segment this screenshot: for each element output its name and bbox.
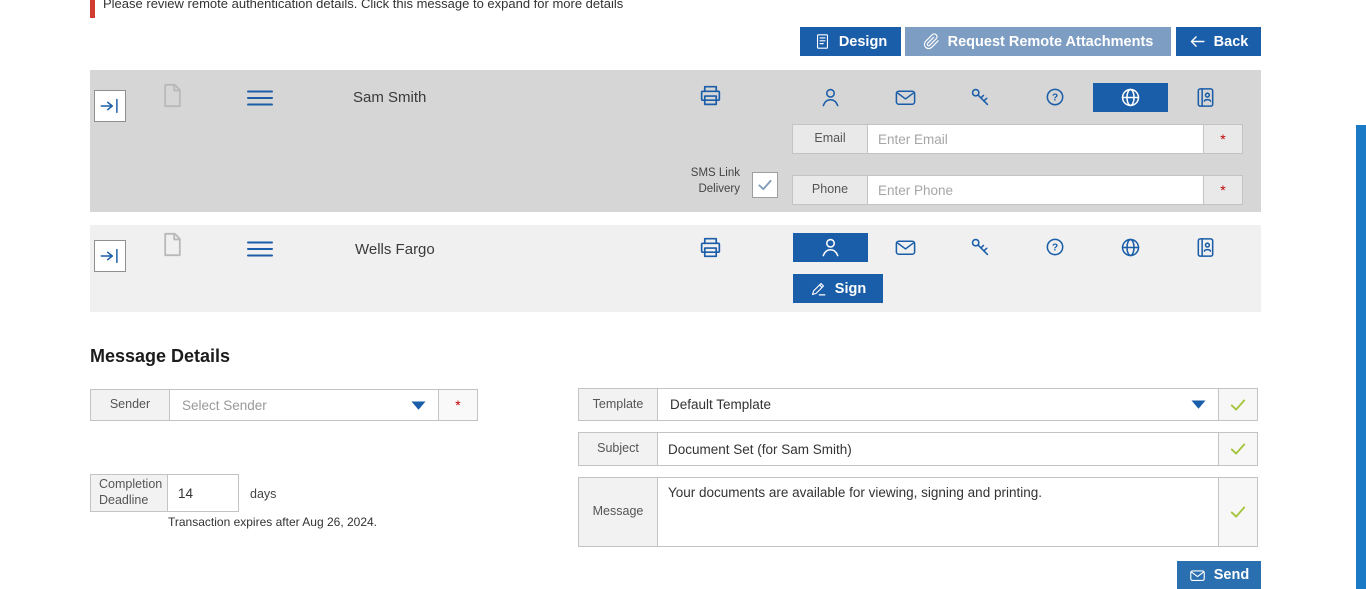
subject-label: Subject <box>578 432 658 466</box>
route-arrow-icon <box>99 95 121 117</box>
template-label: Template <box>578 388 658 421</box>
email-label: Email <box>792 124 868 154</box>
phone-field-row: Phone * <box>792 175 1243 205</box>
subject-valid-check <box>1218 432 1258 466</box>
design-button[interactable]: Design <box>800 27 901 56</box>
phone-input[interactable] <box>867 175 1204 205</box>
keys-icon[interactable] <box>943 233 1018 262</box>
message-label: Message <box>578 477 658 547</box>
person-icon[interactable] <box>793 233 868 262</box>
sms-link-delivery-checkbox[interactable] <box>752 172 778 198</box>
send-envelope-icon <box>1189 567 1206 584</box>
sender-required-marker: * <box>438 389 478 421</box>
route-arrow-icon <box>99 245 121 267</box>
question-shield-icon[interactable]: ? <box>1018 233 1093 262</box>
email-field-row: Email * <box>792 124 1243 154</box>
message-textarea[interactable]: Your documents are available for viewing… <box>657 477 1219 547</box>
alert-severity-bar <box>90 0 95 18</box>
checkmark-icon <box>1228 439 1248 459</box>
completion-deadline-label: Completion Deadline <box>90 474 168 512</box>
design-document-icon <box>814 33 831 50</box>
completion-deadline-input[interactable] <box>167 474 239 512</box>
sender-select[interactable]: Select Sender <box>169 389 439 421</box>
sender-field-row: Sender Select Sender * <box>90 389 478 421</box>
remote-globe-icon[interactable] <box>1093 83 1168 112</box>
delivery-method-strip: ? <box>793 83 1243 112</box>
dropdown-caret-icon <box>411 401 426 410</box>
message-details-heading: Message Details <box>90 346 230 367</box>
svg-text:?: ? <box>1052 92 1058 103</box>
request-remote-attachments-label: Request Remote Attachments <box>948 34 1154 50</box>
completion-deadline-row: Completion Deadline <box>90 474 239 512</box>
sender-label: Sender <box>90 389 170 421</box>
phone-required-marker: * <box>1203 175 1243 205</box>
template-field-row: Template Default Template <box>578 388 1258 421</box>
signing-order-button[interactable] <box>94 240 126 272</box>
drag-handle-icon[interactable] <box>247 90 273 106</box>
recipient-row-wells-fargo: Wells Fargo ? <box>90 225 1261 312</box>
sender-select-value: Select Sender <box>182 398 267 413</box>
keys-icon[interactable] <box>943 83 1018 112</box>
design-button-label: Design <box>839 34 887 50</box>
document-status-icon <box>159 231 186 263</box>
alert-message[interactable]: Please review remote authentication deta… <box>103 0 623 11</box>
email-input[interactable] <box>867 124 1204 154</box>
sign-button[interactable]: Sign <box>793 274 883 303</box>
send-button[interactable]: Send <box>1177 561 1261 589</box>
template-valid-check <box>1218 388 1258 421</box>
recipient-name: Wells Fargo <box>355 241 435 258</box>
right-scrollbar[interactable] <box>1356 125 1366 589</box>
sign-button-label: Sign <box>835 281 866 297</box>
message-valid-check <box>1218 477 1258 547</box>
delivery-method-strip: ? <box>793 233 1243 262</box>
email-required-marker: * <box>1203 124 1243 154</box>
recipient-row-sam-smith: Sam Smith ? <box>90 70 1261 212</box>
sms-link-delivery-label: SMS Link Delivery <box>682 166 740 197</box>
drag-handle-icon[interactable] <box>247 241 273 257</box>
dropdown-caret-icon <box>1191 400 1206 409</box>
phone-label: Phone <box>792 175 868 205</box>
expiry-note: Transaction expires after Aug 26, 2024. <box>168 515 377 529</box>
checkmark-icon <box>1228 502 1248 522</box>
subject-input[interactable] <box>657 432 1219 466</box>
subject-field-row: Subject <box>578 432 1258 466</box>
signing-order-button[interactable] <box>94 90 126 122</box>
printer-icon[interactable] <box>698 83 723 108</box>
svg-text:?: ? <box>1052 242 1058 253</box>
recipient-name: Sam Smith <box>353 89 426 106</box>
envelope-icon[interactable] <box>868 83 943 112</box>
remote-globe-icon[interactable] <box>1093 233 1168 262</box>
message-field-row: Message Your documents are available for… <box>578 477 1258 547</box>
checkmark-icon <box>1228 395 1248 415</box>
send-button-label: Send <box>1214 567 1249 583</box>
document-status-icon <box>159 82 186 114</box>
person-icon[interactable] <box>793 83 868 112</box>
question-shield-icon[interactable]: ? <box>1018 83 1093 112</box>
envelope-icon[interactable] <box>868 233 943 262</box>
printer-icon[interactable] <box>698 235 723 260</box>
back-button[interactable]: Back <box>1176 27 1261 56</box>
back-arrow-icon <box>1189 33 1206 50</box>
checkmark-icon <box>756 176 774 194</box>
template-select[interactable]: Default Template <box>657 388 1219 421</box>
paperclip-icon <box>923 33 940 50</box>
pen-icon <box>810 280 827 297</box>
address-book-icon[interactable] <box>1168 83 1243 112</box>
request-remote-attachments-button[interactable]: Request Remote Attachments <box>905 27 1171 56</box>
address-book-icon[interactable] <box>1168 233 1243 262</box>
back-button-label: Back <box>1214 34 1249 50</box>
days-label: days <box>250 487 276 501</box>
template-select-value: Default Template <box>670 397 771 412</box>
